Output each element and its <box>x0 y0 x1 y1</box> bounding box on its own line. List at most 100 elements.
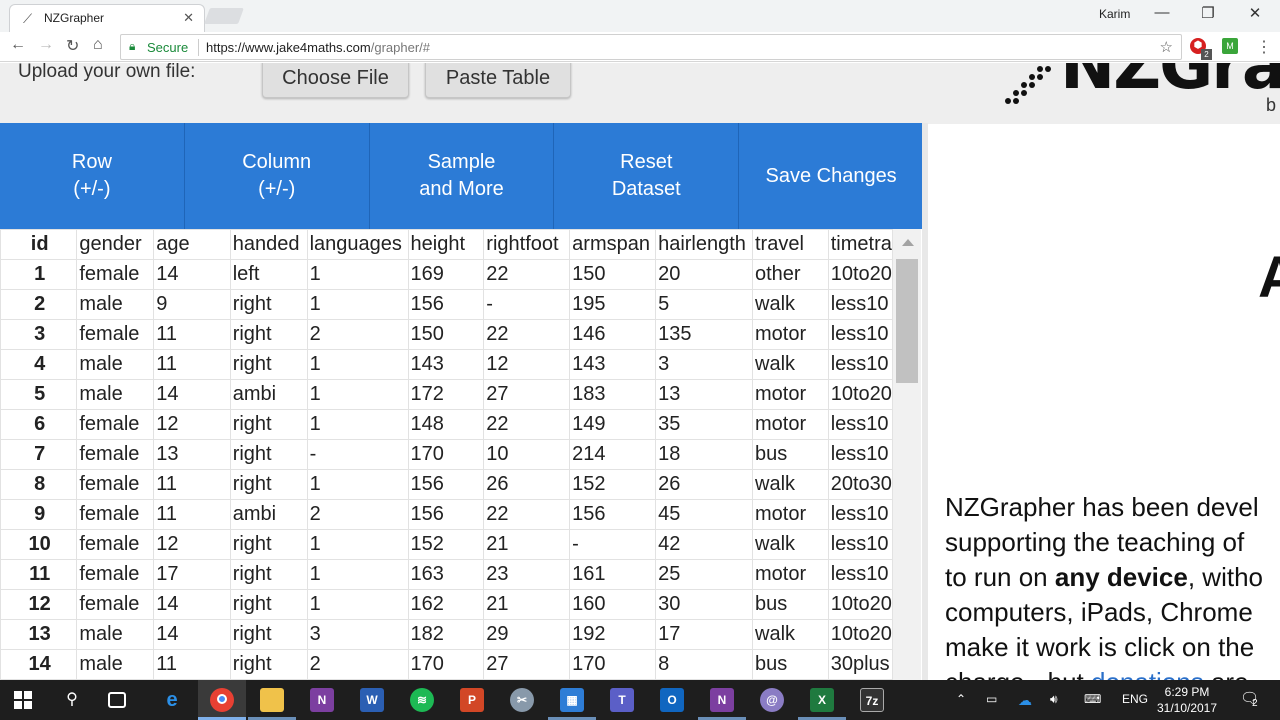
task-view-icon[interactable] <box>108 692 126 708</box>
reset-dataset-button[interactable]: Reset Dataset <box>554 123 740 229</box>
table-cell[interactable]: 11 <box>153 649 231 680</box>
table-cell[interactable]: 10 <box>483 439 571 470</box>
table-cell[interactable]: less10 <box>827 289 893 320</box>
row-id-cell[interactable]: 13 <box>0 619 78 650</box>
paste-table-button[interactable]: Paste Table <box>425 63 571 98</box>
home-icon[interactable]: ⌂ <box>93 36 103 54</box>
row-id-cell[interactable]: 10 <box>0 529 78 560</box>
table-cell[interactable]: male <box>76 379 155 410</box>
table-cell[interactable]: male <box>76 619 155 650</box>
table-cell[interactable]: less10 <box>827 409 893 440</box>
table-cell[interactable]: 23 <box>483 559 571 590</box>
row-button[interactable]: Row (+/-) <box>0 123 185 229</box>
table-cell[interactable]: female <box>76 529 155 560</box>
url-text[interactable]: https://www.jake4maths.com/grapher/# <box>206 40 430 55</box>
outlook-icon[interactable]: O <box>660 688 684 712</box>
table-cell[interactable]: 1 <box>306 559 409 590</box>
table-cell[interactable]: 9 <box>153 289 231 320</box>
teams-icon[interactable]: T <box>610 688 634 712</box>
table-cell[interactable]: 170 <box>407 649 485 680</box>
table-cell[interactable]: 1 <box>306 409 409 440</box>
reload-icon[interactable]: ↻ <box>66 36 79 56</box>
forward-icon[interactable]: → <box>38 36 54 54</box>
table-cell[interactable]: 26 <box>483 469 571 500</box>
table-cell[interactable]: female <box>76 409 155 440</box>
table-cell[interactable]: bus <box>752 589 829 620</box>
table-cell[interactable]: other <box>752 259 829 290</box>
table-cell[interactable]: 146 <box>569 319 657 350</box>
table-cell[interactable]: 11 <box>153 319 231 350</box>
table-cell[interactable]: 172 <box>407 379 485 410</box>
system-clock[interactable]: 6:29 PM 31/10/2017 <box>1152 684 1222 716</box>
table-cell[interactable]: 143 <box>569 349 657 380</box>
table-cell[interactable]: 14 <box>153 589 231 620</box>
spotify-icon[interactable]: ≋ <box>410 688 434 712</box>
row-id-cell[interactable]: 12 <box>0 589 78 620</box>
table-cell[interactable]: ambi <box>229 499 308 530</box>
table-cell[interactable]: 3 <box>655 349 753 380</box>
table-cell[interactable]: 160 <box>569 589 657 620</box>
column-header-rightfoot[interactable]: rightfoot <box>483 229 571 260</box>
search-icon[interactable]: ⚲ <box>60 688 84 712</box>
battery-icon[interactable]: ▭ <box>986 692 997 706</box>
table-cell[interactable]: motor <box>752 379 829 410</box>
app-swirl-icon[interactable]: @ <box>760 688 784 712</box>
row-id-cell[interactable]: 1 <box>0 259 78 290</box>
table-cell[interactable]: 183 <box>569 379 657 410</box>
table-cell[interactable]: right <box>229 439 308 470</box>
row-id-cell[interactable]: 6 <box>0 409 78 440</box>
row-id-cell[interactable]: 3 <box>0 319 78 350</box>
scroll-up-arrow-icon[interactable] <box>902 239 914 246</box>
table-cell[interactable]: 21 <box>483 529 571 560</box>
row-id-cell[interactable]: 7 <box>0 439 78 470</box>
bookmark-star-icon[interactable]: ☆ <box>1160 38 1173 56</box>
table-cell[interactable]: walk <box>752 619 829 650</box>
table-cell[interactable]: 22 <box>483 259 571 290</box>
browser-tab[interactable]: ⟋ NZGrapher ✕ <box>9 4 205 32</box>
chrome-menu-icon[interactable]: ⋮ <box>1256 37 1272 57</box>
table-cell[interactable]: less10 <box>827 559 893 590</box>
new-tab-button[interactable] <box>204 8 244 24</box>
table-cell[interactable]: 27 <box>483 649 571 680</box>
table-cell[interactable]: motor <box>752 409 829 440</box>
column-header-languages[interactable]: languages <box>306 229 409 260</box>
table-cell[interactable]: 1 <box>306 529 409 560</box>
table-cell[interactable]: 135 <box>655 319 753 350</box>
file-explorer-icon[interactable] <box>260 688 284 712</box>
onenote-icon[interactable]: N <box>310 688 334 712</box>
windows-start-icon[interactable] <box>14 691 32 709</box>
table-cell[interactable]: female <box>76 319 155 350</box>
table-cell[interactable]: less10 <box>827 349 893 380</box>
table-cell[interactable]: 2 <box>306 649 409 680</box>
word-icon[interactable]: W <box>360 688 384 712</box>
table-cell[interactable]: less10 <box>827 319 893 350</box>
snipping-tool-icon[interactable]: ✂ <box>510 688 534 712</box>
table-cell[interactable]: 152 <box>569 469 657 500</box>
table-cell[interactable]: ambi <box>229 379 308 410</box>
table-cell[interactable]: 45 <box>655 499 753 530</box>
column-button[interactable]: Column (+/-) <box>185 123 370 229</box>
table-cell[interactable]: 20 <box>655 259 753 290</box>
table-cell[interactable]: 152 <box>407 529 485 560</box>
table-cell[interactable]: 17 <box>153 559 231 590</box>
table-cell[interactable]: 26 <box>655 469 753 500</box>
table-cell[interactable]: right <box>229 349 308 380</box>
table-cell[interactable]: 143 <box>407 349 485 380</box>
table-cell[interactable]: 1 <box>306 469 409 500</box>
table-cell[interactable]: 148 <box>407 409 485 440</box>
keyboard-icon[interactable]: ⌨ <box>1084 692 1101 706</box>
table-cell[interactable]: right <box>229 469 308 500</box>
column-header-gender[interactable]: gender <box>76 229 155 260</box>
row-id-cell[interactable]: 11 <box>0 559 78 590</box>
table-cell[interactable]: - <box>306 439 409 470</box>
table-cell[interactable]: 2 <box>306 319 409 350</box>
table-cell[interactable]: motor <box>752 559 829 590</box>
table-cell[interactable]: 14 <box>153 259 231 290</box>
table-cell[interactable]: 12 <box>153 529 231 560</box>
table-cell[interactable]: 22 <box>483 319 571 350</box>
restore-icon[interactable]: ❐ <box>1193 4 1223 22</box>
table-cell[interactable]: 11 <box>153 499 231 530</box>
table-cell[interactable]: 11 <box>153 469 231 500</box>
row-id-cell[interactable]: 4 <box>0 349 78 380</box>
save-changes-button[interactable]: Save Changes <box>739 123 923 229</box>
